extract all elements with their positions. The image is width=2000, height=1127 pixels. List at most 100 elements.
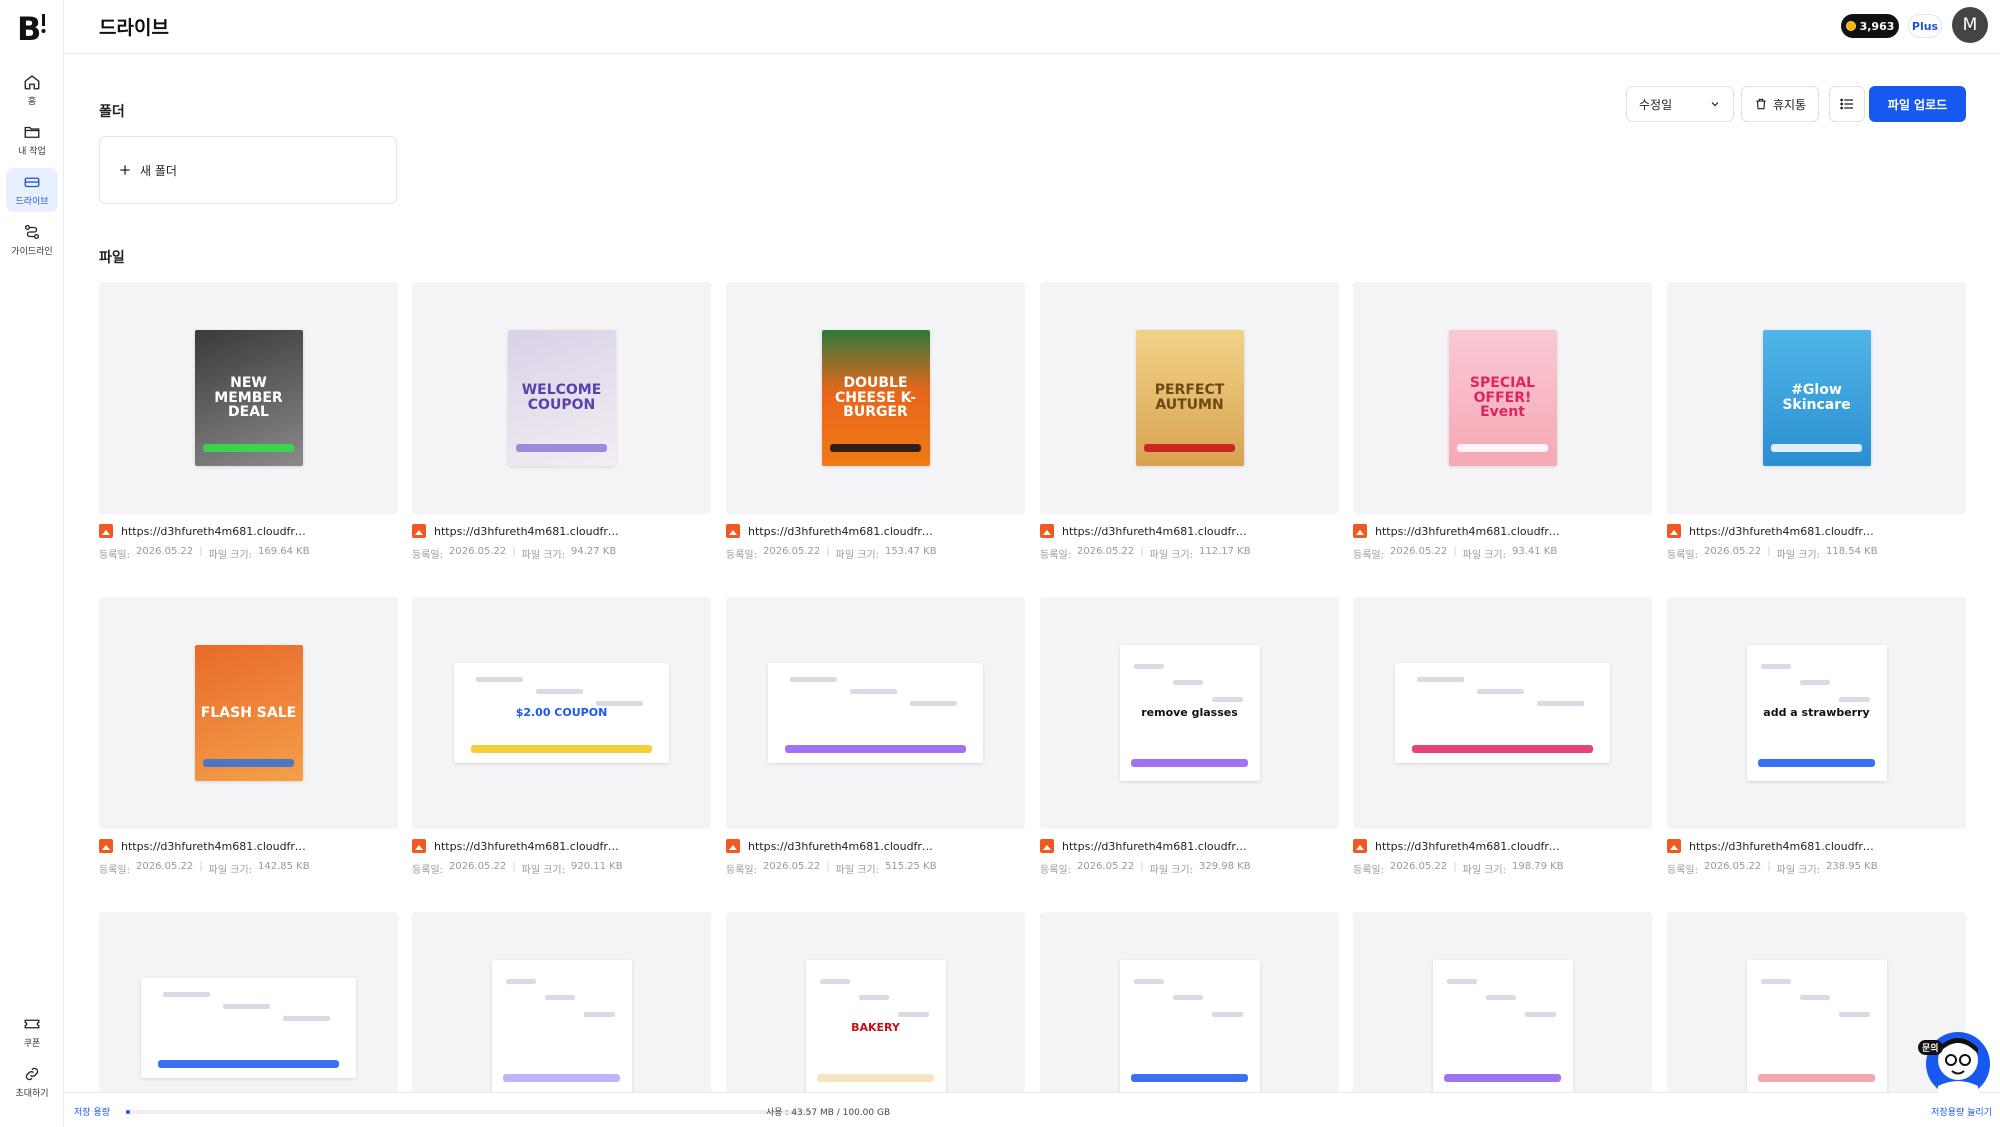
- sidebar-item-my-work[interactable]: 내 작업: [6, 118, 58, 162]
- thumbnail-decoration: [909, 701, 958, 706]
- sidebar-item-label: 내 작업: [18, 147, 46, 157]
- thumbnail-text: $2.00 COUPON: [515, 706, 608, 720]
- file-thumbnail[interactable]: add a strawberry: [1667, 597, 1966, 829]
- file-name[interactable]: https://d3hfureth4m681.cloudfront...: [121, 840, 311, 853]
- plan-badge[interactable]: Plus: [1908, 14, 1942, 38]
- file-thumbnail[interactable]: WELCOME COUPON: [412, 282, 711, 514]
- support-mascot-icon: [1926, 1032, 1990, 1096]
- list-view-button[interactable]: [1829, 86, 1865, 122]
- thumbnail-decoration: [819, 979, 851, 985]
- meta-separator: |: [512, 861, 516, 872]
- file-name[interactable]: https://d3hfureth4m681.cloudfront...: [434, 840, 624, 853]
- thumbnail-decoration: [282, 1016, 331, 1021]
- file-size: 112.17 KB: [1198, 546, 1251, 557]
- sidebar-item-label: 쿠폰: [23, 1039, 41, 1049]
- file-thumbnail[interactable]: #Glow Skincare: [1667, 282, 1966, 514]
- file-card[interactable]: https://d3hfureth4m681.cloudfront... 등록일:…: [726, 597, 1025, 876]
- file-name[interactable]: https://d3hfureth4m681.cloudfront...: [434, 525, 624, 538]
- file-name-row: https://d3hfureth4m681.cloudfront...: [726, 523, 1025, 539]
- file-card[interactable]: WELCOME COUPON https://d3hfureth4m681.clo…: [412, 282, 711, 561]
- file-card[interactable]: DOUBLE CHEESE K-BURGER https://d3hfureth4…: [726, 282, 1025, 561]
- file-name[interactable]: https://d3hfureth4m681.cloudfront...: [748, 525, 938, 538]
- file-card[interactable]: #Glow Skincare https://d3hfureth4m681.clo…: [1667, 282, 1966, 561]
- thumbnail-decoration: [1757, 1074, 1876, 1083]
- file-card[interactable]: SPECIAL OFFER! Event https://d3hfureth4m6…: [1353, 282, 1652, 561]
- file-name[interactable]: https://d3hfureth4m681.cloudfront...: [748, 840, 938, 853]
- file-name[interactable]: https://d3hfureth4m681.cloudfront...: [1689, 840, 1879, 853]
- file-thumbnail[interactable]: [726, 597, 1025, 829]
- sort-select[interactable]: 수정일: [1626, 86, 1734, 122]
- file-card[interactable]: FLASH SALE https://d3hfureth4m681.cloudfr…: [99, 597, 398, 876]
- thumbnail-decoration: [162, 992, 210, 997]
- file-name-row: https://d3hfureth4m681.cloudfront...: [412, 523, 711, 539]
- meta-separator: |: [1453, 861, 1457, 872]
- sidebar-item-guideline[interactable]: 가이드라인: [6, 218, 58, 262]
- file-thumbnail[interactable]: [1353, 597, 1652, 829]
- thumbnail-decoration: [1443, 1074, 1562, 1083]
- file-thumbnail[interactable]: $2.00 COUPON: [412, 597, 711, 829]
- thumbnail-image: remove glasses: [1119, 645, 1260, 781]
- file-card[interactable]: PERFECT AUTUMN https://d3hfureth4m681.clo…: [1040, 282, 1339, 561]
- file-size-prefix: 파일 크기:: [1462, 550, 1506, 561]
- file-thumbnail[interactable]: NEW MEMBER DEAL: [99, 282, 398, 514]
- file-size: 515.25 KB: [884, 861, 937, 872]
- file-date: 2026.05.22: [1389, 546, 1448, 557]
- file-card[interactable]: remove glasses https://d3hfureth4m681.clo…: [1040, 597, 1339, 876]
- file-name-row: https://d3hfureth4m681.cloudfront...: [1040, 523, 1339, 539]
- file-date-prefix: 등록일:: [1040, 865, 1071, 876]
- sidebar-item-home[interactable]: 홈: [6, 68, 58, 112]
- sidebar-item-coupon[interactable]: 쿠폰: [6, 1010, 58, 1054]
- file-card[interactable]: $2.00 COUPON https://d3hfureth4m681.cloud…: [412, 597, 711, 876]
- file-card[interactable]: add a strawberry https://d3hfureth4m681.c…: [1667, 597, 1966, 876]
- thumbnail-decoration: [1760, 979, 1792, 985]
- file-thumbnail[interactable]: FLASH SALE: [99, 597, 398, 829]
- thumbnail-image: [1395, 663, 1610, 763]
- file-date: 2026.05.22: [1389, 861, 1448, 872]
- file-thumbnail[interactable]: SPECIAL OFFER! Event: [1353, 282, 1652, 514]
- storage-upgrade-link[interactable]: 저장용량 늘리기: [1931, 1105, 1992, 1118]
- trash-button[interactable]: 휴지통: [1741, 86, 1819, 122]
- file-name[interactable]: https://d3hfureth4m681.cloudfront...: [1689, 525, 1879, 538]
- file-name-row: https://d3hfureth4m681.cloudfront...: [1667, 838, 1966, 854]
- storage-fill: [126, 1110, 131, 1114]
- file-meta: 등록일: 2026.05.22 | 파일 크기: 112.17 KB: [1040, 546, 1339, 561]
- thumbnail-decoration: [1144, 444, 1235, 453]
- support-chat-button[interactable]: 문의: [1918, 1024, 1994, 1100]
- sidebar-item-drive[interactable]: 드라이브: [6, 168, 58, 212]
- thumbnail-decoration: [849, 689, 897, 694]
- file-name-row: https://d3hfureth4m681.cloudfront...: [99, 523, 398, 539]
- app-logo[interactable]: B: [14, 8, 50, 48]
- new-folder-button[interactable]: 새 폴더: [99, 136, 397, 204]
- file-thumbnail[interactable]: remove glasses: [1040, 597, 1339, 829]
- file-name[interactable]: https://d3hfureth4m681.cloudfront...: [1375, 525, 1565, 538]
- file-date-prefix: 등록일:: [1353, 550, 1384, 561]
- file-size-prefix: 파일 크기:: [835, 550, 879, 561]
- file-date: 2026.05.22: [762, 546, 821, 557]
- storage-track: [126, 1110, 812, 1114]
- image-file-icon: [99, 524, 113, 538]
- file-date-prefix: 등록일:: [1667, 865, 1698, 876]
- sidebar-item-invite[interactable]: 초대하기: [6, 1060, 58, 1104]
- file-date-prefix: 등록일:: [1040, 550, 1071, 561]
- folder-icon: [24, 126, 40, 138]
- file-name[interactable]: https://d3hfureth4m681.cloudfront...: [121, 525, 311, 538]
- credit-balance[interactable]: 3,963: [1841, 14, 1899, 38]
- file-thumbnail[interactable]: PERFECT AUTUMN: [1040, 282, 1339, 514]
- file-card[interactable]: NEW MEMBER DEAL https://d3hfureth4m681.cl…: [99, 282, 398, 561]
- thumbnail-decoration: [1457, 444, 1548, 453]
- file-name[interactable]: https://d3hfureth4m681.cloudfront...: [1062, 525, 1252, 538]
- avatar[interactable]: M: [1952, 7, 1988, 43]
- thumbnail-text: WELCOME COUPON: [521, 382, 602, 413]
- file-name[interactable]: https://d3hfureth4m681.cloudfront...: [1062, 840, 1252, 853]
- file-card[interactable]: https://d3hfureth4m681.cloudfront... 등록일:…: [1353, 597, 1652, 876]
- thumbnail-decoration: [222, 1004, 270, 1009]
- file-thumbnail[interactable]: DOUBLE CHEESE K-BURGER: [726, 282, 1025, 514]
- meta-separator: |: [199, 861, 203, 872]
- file-size-prefix: 파일 크기:: [1149, 865, 1193, 876]
- thumbnail-text: FLASH SALE: [200, 704, 297, 721]
- thumbnail-decoration: [1211, 1011, 1243, 1017]
- top-header: 드라이브 3,963 Plus M: [64, 0, 2000, 54]
- file-name-row: https://d3hfureth4m681.cloudfront...: [1353, 523, 1652, 539]
- file-name[interactable]: https://d3hfureth4m681.cloudfront...: [1375, 840, 1565, 853]
- upload-button[interactable]: 파일 업로드: [1869, 86, 1966, 122]
